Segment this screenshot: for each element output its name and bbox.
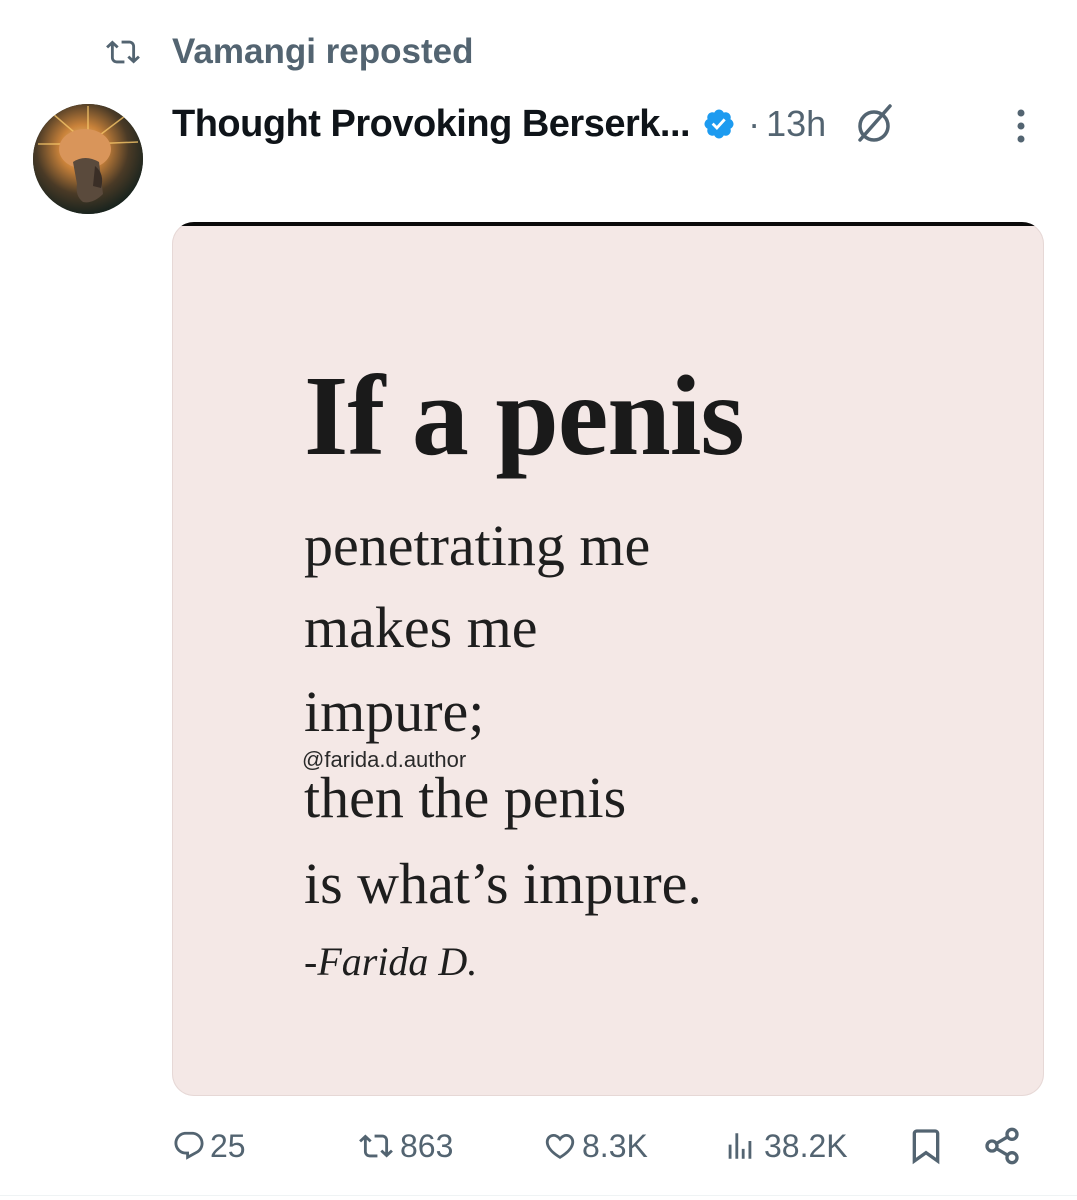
share-button[interactable] [982,1122,1026,1170]
repost-icon [106,40,140,64]
heart-icon [545,1133,575,1159]
bookmark-button[interactable] [906,1122,950,1170]
grok-icon[interactable] [850,100,898,148]
reply-button[interactable]: 25 [172,1122,246,1170]
avatar-image [33,104,143,214]
quote-line: then the penis [304,765,627,830]
quote-line: makes me [304,595,538,660]
repost-count: 863 [400,1127,454,1164]
post-time[interactable]: 13h [766,103,826,145]
post-image[interactable]: If a penis penetrating me makes me impur… [172,222,1044,1096]
more-options-icon[interactable] [1008,106,1034,146]
reply-count: 25 [210,1127,246,1164]
avatar[interactable] [33,104,143,214]
quote-line: impure; [304,679,485,744]
repost-icon [359,1134,393,1158]
image-top-edge [172,222,1044,226]
author-row: Thought Provoking Berserk... · 13h [172,96,898,152]
view-count: 38.2K [764,1127,848,1164]
separator-dot: · [748,103,761,144]
quote-title: If a penis [304,352,745,479]
repost-indicator[interactable]: Vamangi reposted [100,30,473,74]
bookmark-icon [912,1129,940,1165]
share-icon [985,1127,1019,1165]
like-button[interactable]: 8.3K [542,1122,648,1170]
reply-icon [174,1131,204,1160]
verified-badge-icon[interactable] [702,107,736,141]
repost-button[interactable]: 863 [356,1122,453,1170]
quote-attribution: -Farida D. [304,939,478,984]
repost-text: Vamangi reposted [172,32,474,71]
divider [0,1195,1077,1196]
quote-line: penetrating me [304,513,651,578]
views-icon [728,1133,752,1159]
author-name[interactable]: Thought Provoking Berserk... [172,103,691,146]
views-button[interactable]: 38.2K [720,1122,848,1170]
quote-line: is what’s impure. [304,851,702,916]
like-count: 8.3K [582,1127,648,1164]
